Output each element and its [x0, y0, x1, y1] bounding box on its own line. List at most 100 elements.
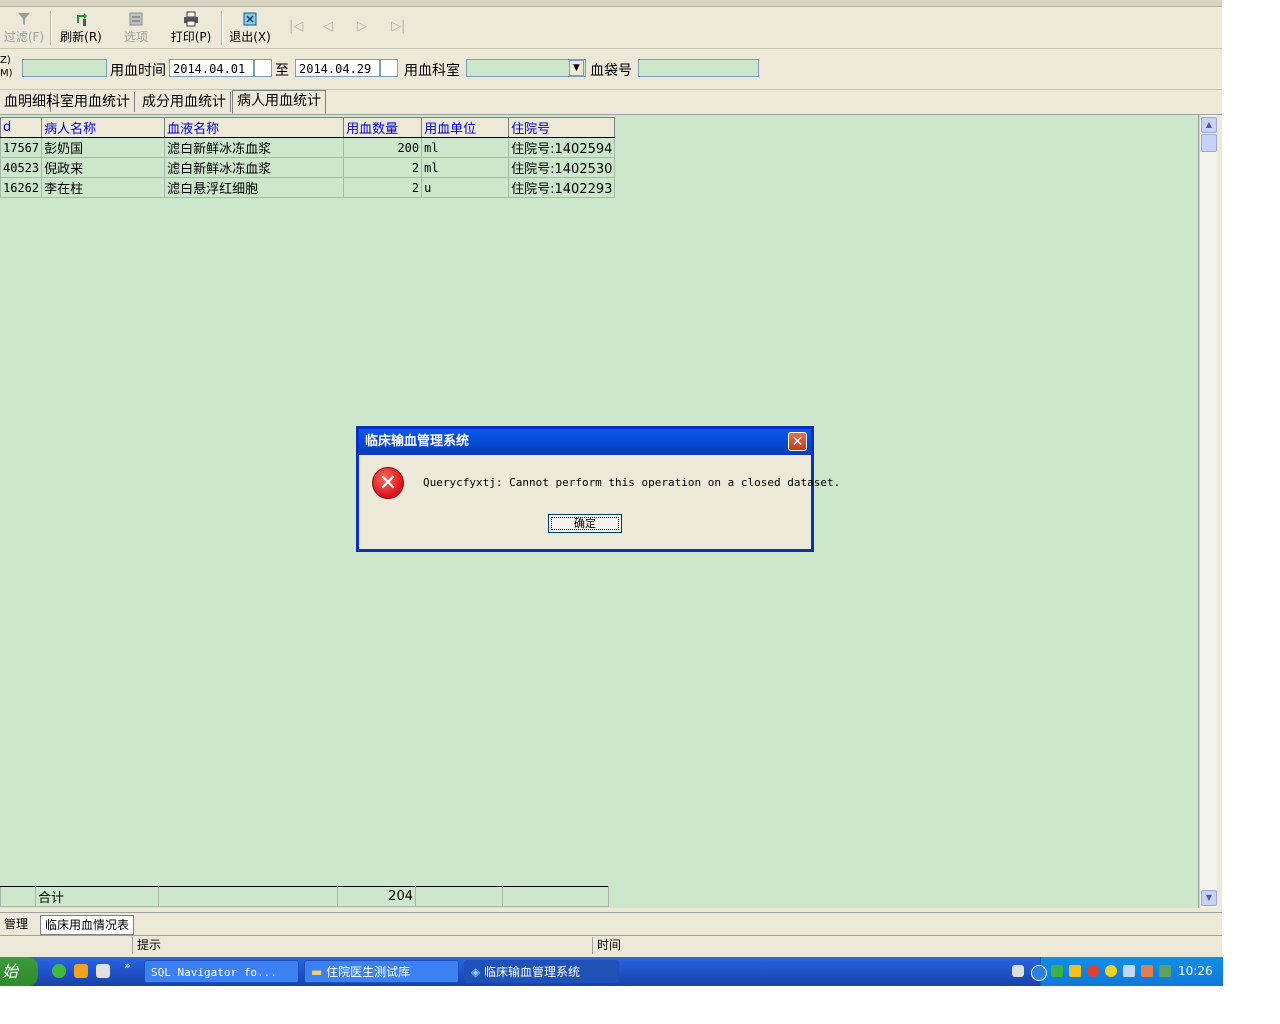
patient-code-input[interactable] — [22, 59, 107, 77]
bag-number-input[interactable] — [638, 59, 759, 77]
tray-icon[interactable] — [1087, 965, 1099, 977]
cell-qty: 200 — [343, 137, 423, 158]
keyboard-icon[interactable] — [1012, 965, 1024, 977]
col-header-patient[interactable]: 病人名称 — [41, 117, 166, 138]
close-icon[interactable]: ✕ — [788, 432, 807, 451]
shortcut-labels: Z) M) — [0, 55, 13, 79]
exit-icon — [243, 12, 257, 26]
cell-unit: u — [421, 177, 510, 198]
tray-icon[interactable] — [1141, 965, 1153, 977]
col-header-blood[interactable]: 血液名称 — [164, 117, 345, 138]
tool-icon[interactable] — [96, 964, 110, 978]
folder-icon: ▬ — [311, 965, 327, 979]
col-header-unit[interactable]: 用血单位 — [421, 117, 510, 138]
task-sql-navigator[interactable]: SQL Navigator fo... — [144, 960, 299, 983]
next-record-button[interactable]: ▷ — [357, 19, 367, 34]
app-logo-icon: ◈ — [471, 965, 485, 979]
task-test-db[interactable]: ▬ 住院医生测试库 — [304, 960, 459, 983]
toolbar-separator — [221, 11, 223, 45]
cell-patient: 李在柱 — [41, 177, 166, 198]
scroll-thumb[interactable] — [1201, 134, 1217, 152]
cell-patient: 倪政来 — [41, 157, 166, 178]
status-hint: 提示 — [132, 937, 592, 954]
total-label: 合计 — [35, 886, 159, 907]
date-to-input[interactable]: 2014.04.29 — [295, 59, 380, 77]
network-icon[interactable] — [1123, 965, 1135, 977]
col-header-qty[interactable]: 用血数量 — [343, 117, 423, 138]
table-row[interactable]: 40523 倪政来 滤白新鲜冰冻血浆 2 ml 住院号:1402530 — [0, 157, 616, 178]
table-row[interactable]: 16262 李在柱 滤白悬浮红细胞 2 u 住院号:1402293 — [0, 177, 616, 198]
cell-blood: 滤白新鲜冰冻血浆 — [164, 137, 345, 158]
scroll-up-icon[interactable]: ▲ — [1201, 117, 1217, 133]
filter-bar: Z) M) 用血时间 2014.04.01 至 2014.04.29 用血科室 … — [0, 49, 1222, 90]
clock: 10:26 — [1178, 964, 1213, 978]
date-from-picker[interactable] — [254, 59, 272, 77]
cell-qty: 2 — [343, 157, 423, 178]
date-from-input[interactable]: 2014.04.01 — [169, 59, 254, 77]
cell-admission: 住院号:1402530 — [508, 157, 616, 178]
tray-expand-icon[interactable] — [1031, 965, 1047, 981]
cell-admission: 住院号:1402594 — [508, 137, 616, 158]
monitor-icon[interactable] — [1159, 965, 1171, 977]
window-tab-manage[interactable]: 管理 — [0, 915, 32, 933]
funnel-icon — [18, 13, 30, 25]
app-icon[interactable] — [74, 964, 88, 978]
col-header-id[interactable]: d — [0, 117, 43, 138]
date-to-picker[interactable] — [380, 59, 398, 77]
toolbar: 过滤(F) 刷新(R) 选项 打印(P) 退出(X) |◁ ◁ ▷ ▷| — [0, 7, 1222, 49]
table-row[interactable]: 17567 彭奶国 滤白新鲜冰冻血浆 200 ml 住院号:1402594 — [0, 137, 616, 158]
cell-id: 40523 — [0, 157, 43, 178]
print-button[interactable]: 打印(P) — [168, 11, 214, 45]
scroll-down-icon[interactable]: ▼ — [1201, 890, 1217, 906]
cell-blood: 滤白悬浮红细胞 — [164, 177, 345, 198]
options-button[interactable]: 选项 — [118, 11, 154, 45]
to-label: 至 — [275, 63, 289, 79]
window-tab-clinical-report[interactable]: 临床用血情况表 — [40, 915, 135, 935]
options-icon — [129, 12, 143, 26]
total-row: 合计 204 — [0, 886, 609, 907]
dept-select[interactable] — [466, 59, 586, 77]
vertical-scrollbar[interactable]: ▲ ▼ — [1199, 115, 1217, 908]
filter-button[interactable]: 过滤(F) — [2, 11, 46, 45]
cell-id: 16262 — [0, 177, 43, 198]
refresh-button[interactable]: 刷新(R) — [58, 11, 104, 45]
browser-icon[interactable] — [52, 964, 66, 978]
cell-admission: 住院号:1402293 — [508, 177, 616, 198]
dialog-message: Querycfyxtj: Cannot perform this operati… — [423, 476, 841, 489]
total-value: 204 — [337, 886, 416, 907]
refresh-icon — [77, 13, 87, 26]
tab-patient-stats[interactable]: 病人用血统计 — [232, 90, 326, 114]
grid-table: d 病人名称 血液名称 用血数量 用血单位 住院号 17567 彭奶国 滤白新鲜… — [0, 117, 616, 198]
grid-footer: 合计 204 — [0, 886, 609, 907]
shield-icon[interactable] — [1069, 965, 1081, 977]
cell-blood: 滤白新鲜冰冻血浆 — [164, 157, 345, 178]
prev-record-button[interactable]: ◁ — [323, 19, 333, 34]
tray-icon[interactable] — [1051, 965, 1063, 977]
dialog-title: 临床输血管理系统 — [359, 429, 811, 455]
cell-qty: 2 — [343, 177, 423, 198]
cell-unit: ml — [421, 157, 510, 178]
tray-icon[interactable] — [1105, 965, 1117, 977]
bag-label: 血袋号 — [590, 63, 632, 79]
menu-strip — [0, 0, 1222, 7]
exit-button[interactable]: 退出(X) — [227, 11, 273, 45]
error-dialog: 临床输血管理系统 ✕ ✕ Querycfyxtj: Cannot perform… — [358, 428, 840, 550]
ok-button[interactable]: 确定 — [548, 514, 622, 533]
use-time-label: 用血时间 — [110, 63, 166, 79]
last-record-button[interactable]: ▷| — [391, 19, 405, 34]
window-tabs: 管理 临床用血情况表 — [0, 912, 1222, 935]
tab-dept-stats[interactable]: 科室用血统计 — [42, 92, 135, 112]
more-icon[interactable]: » — [124, 959, 131, 972]
col-header-admission[interactable]: 住院号 — [508, 117, 616, 138]
taskbar: 始 » SQL Navigator fo... ▬ 住院医生测试库 ◈ 临床输血… — [0, 957, 1223, 986]
status-bar: 提示 时间 — [0, 935, 1222, 956]
first-record-button[interactable]: |◁ — [289, 19, 303, 34]
printer-icon — [184, 11, 198, 27]
chevron-down-icon[interactable]: ▼ — [569, 60, 584, 76]
cell-patient: 彭奶国 — [41, 137, 166, 158]
task-transfusion-system[interactable]: ◈ 临床输血管理系统 — [464, 960, 619, 983]
tab-component-stats[interactable]: 成分用血统计 — [138, 92, 231, 112]
toolbar-separator — [50, 11, 52, 45]
start-button[interactable]: 始 — [0, 957, 38, 986]
error-icon: ✕ — [372, 467, 404, 499]
